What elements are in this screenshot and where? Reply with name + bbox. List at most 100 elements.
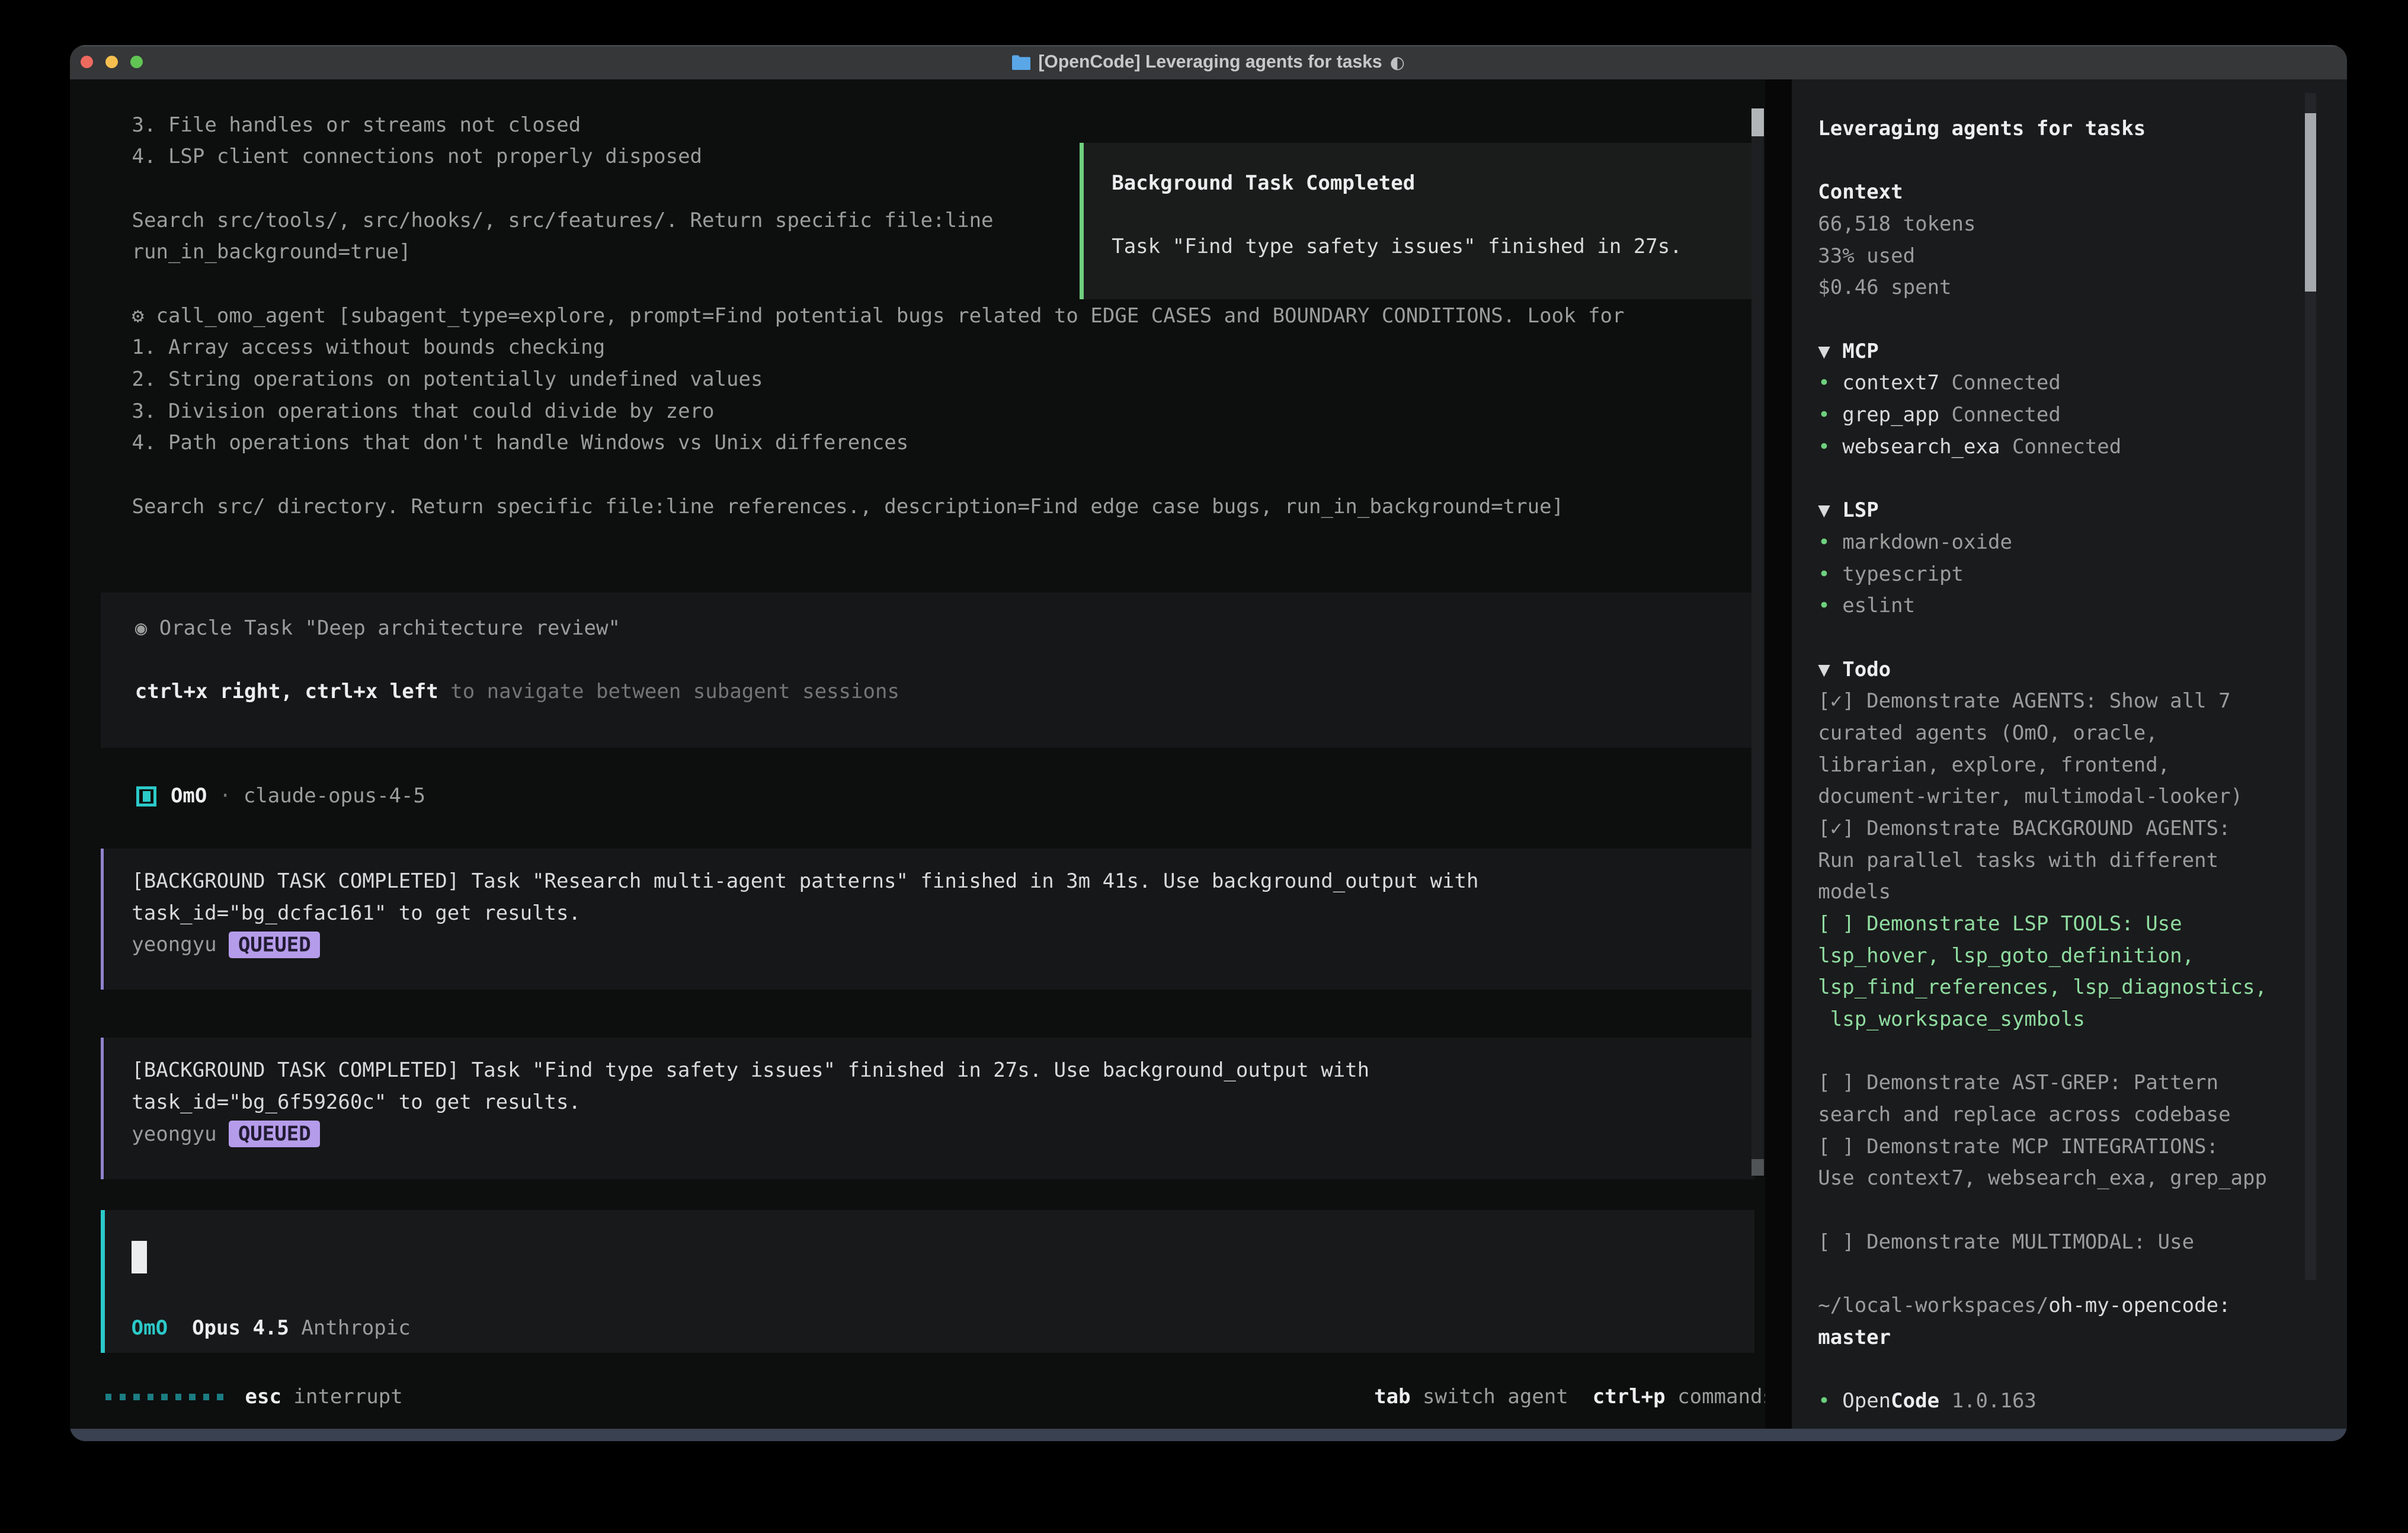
text-segment: LSP [1842, 498, 1878, 522]
model-info-line: OmO Opus 4.5 Anthropic [132, 1313, 411, 1345]
sidebar-line: models [1818, 876, 2302, 908]
text-segment: OmO [171, 784, 207, 808]
text-segment: Todo [1842, 658, 1891, 681]
sidebar-line: document-writer, multimodal-looker) [1818, 781, 2302, 813]
text-segment: yeongyu [132, 933, 229, 956]
oracle-line [135, 645, 1754, 677]
text-segment [1939, 1389, 1951, 1413]
sidebar-line [1818, 1036, 2302, 1068]
sidebar-line: [ ] Demonstrate MCP INTEGRATIONS: [1818, 1131, 2302, 1163]
sidebar-line: curated agents (OmO, oracle, [1818, 718, 2302, 750]
text-segment: master [1818, 1326, 1891, 1349]
text-segment: · [207, 784, 243, 808]
sidebar-line: [✓] Demonstrate BACKGROUND AGENTS: [1818, 813, 2302, 845]
notification-spacer [1112, 199, 1724, 231]
text-cursor [132, 1241, 147, 1273]
text-segment: call_omo_agent [subagent_type=explore, p… [156, 304, 1624, 328]
text-segment: esc [245, 1385, 281, 1409]
session-half-icon: ◐ [1390, 52, 1405, 72]
text-segment: 3. Division operations that could divide… [132, 399, 715, 423]
text-segment: Search src/tools/, src/hooks/, src/featu… [132, 209, 994, 232]
minimize-button[interactable] [105, 56, 118, 68]
spinner-dot [203, 1394, 209, 1400]
text-segment [168, 1316, 192, 1340]
sidebar-line [1818, 463, 2302, 495]
spinner-dot [105, 1394, 111, 1400]
text-segment: oh-my-opencode: [2048, 1294, 2230, 1317]
text-segment: [ ] Demonstrate LSP TOOLS: Use [1818, 912, 2182, 936]
text-segment: Context [1818, 180, 1903, 204]
close-button[interactable] [81, 56, 93, 68]
text-segment: curated agents (OmO, oracle, [1818, 721, 2157, 745]
text-segment: 1. Array access without bounds checking [132, 335, 606, 359]
main-scrollbar-thumb[interactable] [1751, 108, 1764, 136]
text-segment: [✓] Demonstrate BACKGROUND AGENTS: [1818, 817, 2230, 840]
text-segment: 4. LSP client connections not properly d… [132, 145, 703, 168]
background-task-notification: Background Task Completed Task "Find typ… [1080, 143, 1756, 299]
sidebar-content: Leveraging agents for tasks Context66,51… [1818, 113, 2302, 1417]
task-block-line: yeongyu QUEUED [132, 929, 1754, 961]
traffic-lights [81, 56, 143, 68]
sidebar-line: Context [1818, 177, 2302, 209]
notification-title: Background Task Completed [1112, 168, 1724, 200]
text-segment: [ ] Demonstrate MULTIMODAL: Use [1818, 1230, 2194, 1254]
sidebar-line [1818, 1258, 2302, 1290]
text-segment: • [1818, 1389, 1842, 1413]
text-segment: ▼ [1818, 658, 1842, 681]
sidebar-line: lsp_hover, lsp_goto_definition, [1818, 940, 2302, 972]
sidebar-scrollbar-thumb[interactable] [2305, 113, 2316, 292]
oracle-task-box: ◉ Oracle Task "Deep architecture review"… [101, 593, 1754, 748]
text-segment: [BACKGROUND TASK COMPLETED] Task "Resear… [132, 869, 1478, 893]
text-segment: switch agent [1411, 1385, 1568, 1409]
sidebar-line: 33% used [1818, 241, 2302, 273]
status-bar: esc interrupt tab switch agent ctrl+p co… [105, 1381, 1775, 1413]
sidebar-line [1818, 145, 2302, 177]
text-segment: 4. Path operations that don't handle Win… [132, 431, 909, 455]
zoom-button[interactable] [130, 56, 143, 68]
text-segment: ctrl+x right, ctrl+x left [135, 680, 438, 703]
sidebar-line[interactable]: ▼ MCP [1818, 336, 2302, 368]
task-block-line: task_id="bg_6f59260c" to get results. [132, 1087, 1754, 1119]
text-segment: claude-opus-4-5 [244, 784, 425, 808]
oracle-task-lines: ◉ Oracle Task "Deep architecture review"… [135, 613, 1754, 708]
main-scrollbar-end-marker [1751, 1159, 1764, 1176]
text-segment: • [1818, 530, 1842, 554]
terminal-line: 4. Path operations that don't handle Win… [132, 427, 1625, 459]
keybinding-hints: tab switch agent ctrl+p commands [1374, 1381, 1775, 1413]
text-segment: document-writer, multimodal-looker) [1818, 785, 2243, 808]
sidebar-line: • grep_app Connected [1818, 399, 2302, 431]
background-task-message: [BACKGROUND TASK COMPLETED] Task "Find t… [101, 1038, 1754, 1179]
queued-badge: QUEUED [229, 1121, 320, 1147]
text-segment: 1.0.163 [1952, 1389, 2036, 1413]
text-segment: Open [1842, 1389, 1891, 1413]
sidebar-line: Leveraging agents for tasks [1818, 113, 2302, 145]
sidebar-line [1818, 304, 2302, 336]
text-segment: ▼ [1818, 340, 1842, 363]
text-segment: search and replace across codebase [1818, 1103, 2230, 1126]
text-segment: commands [1666, 1385, 1775, 1409]
task-block-line: yeongyu QUEUED [132, 1119, 1754, 1151]
sidebar-line: ~/local-workspaces/oh-my-opencode: [1818, 1290, 2302, 1322]
text-segment: Opus 4.5 [192, 1316, 289, 1340]
sidebar-line[interactable]: ▼ Todo [1818, 654, 2302, 686]
text-segment: [✓] Demonstrate AGENTS: Show all 7 [1818, 689, 2230, 713]
window-title: [OpenCode] Leveraging agents for tasks ◐ [1012, 52, 1405, 72]
text-segment: models [1818, 880, 1891, 904]
sidebar-line[interactable]: ▼ LSP [1818, 495, 2302, 527]
agent-square-icon [136, 786, 156, 806]
terminal-pane: 3. File handles or streams not closed 4. … [70, 79, 1765, 1442]
spinner-dot [120, 1394, 126, 1400]
prompt-input[interactable]: OmO Opus 4.5 Anthropic [101, 1210, 1754, 1353]
main-scrollbar-track[interactable] [1751, 108, 1764, 1176]
folder-icon [1012, 55, 1030, 70]
text-segment: markdown-oxide [1842, 530, 2012, 554]
status-left-line: esc interrupt [245, 1381, 402, 1413]
text-segment: context7 [1842, 371, 1939, 395]
terminal-line: 3. File handles or streams not closed [132, 110, 1625, 142]
agent-header-line: OmO · claude-opus-4-5 [171, 780, 425, 812]
terminal-line: 1. Array access without bounds checking [132, 332, 1625, 364]
sidebar-scrollbar-track[interactable] [2305, 93, 2316, 1280]
text-segment: • [1818, 403, 1842, 427]
text-segment: ctrl+p [1593, 1385, 1666, 1409]
agent-session-label: OmO · claude-opus-4-5 [171, 780, 425, 812]
